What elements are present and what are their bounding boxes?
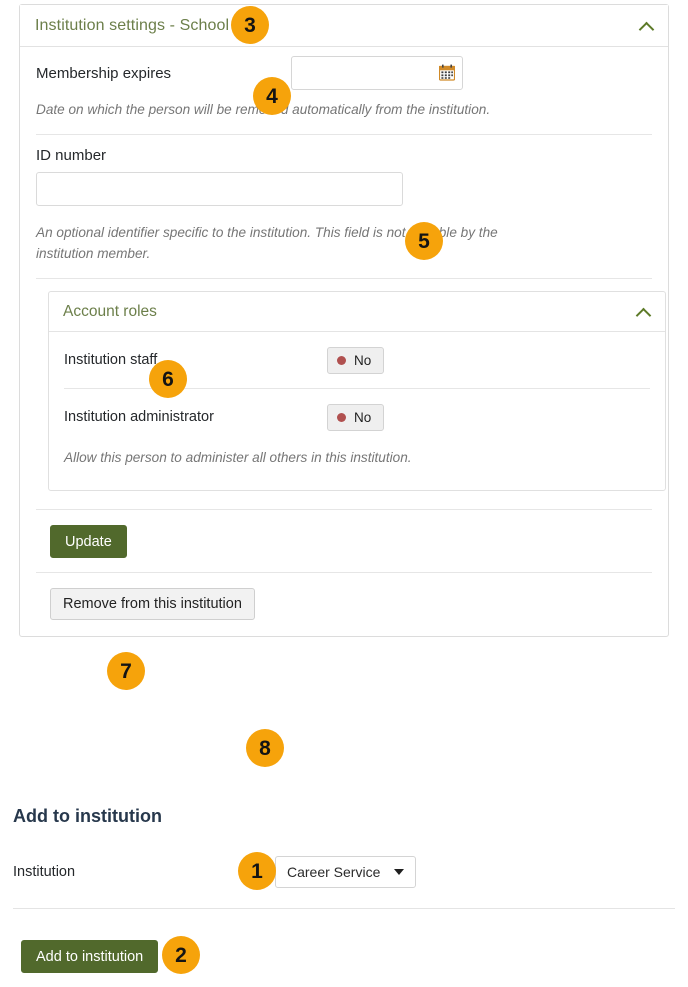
divider-after-id-number (36, 278, 652, 280)
institution-administrator-toggle-value: No (354, 409, 372, 425)
account-roles-title: Account roles (63, 302, 157, 320)
chevron-up-icon[interactable] (640, 19, 654, 33)
status-dot-icon (337, 412, 346, 422)
id-number-label: ID number (36, 147, 107, 165)
institution-select-row: Institution Career Service (13, 848, 675, 896)
callout-badge-4: 4 (253, 77, 291, 115)
account-roles-panel-header[interactable]: Account roles (49, 292, 665, 333)
institution-administrator-toggle[interactable]: No (327, 403, 385, 431)
add-to-institution-button-zone: Add to institution (21, 940, 159, 973)
institution-select[interactable]: Career Service (275, 856, 417, 888)
institution-settings-panel-body: Membership expires Date on which the per… (20, 47, 668, 636)
institution-staff-toggle[interactable]: No (327, 346, 385, 374)
membership-expires-input[interactable] (291, 56, 463, 90)
membership-expires-row: Membership expires (36, 47, 652, 99)
divider-before-add-button (13, 908, 675, 909)
id-number-input[interactable] (36, 172, 403, 207)
callout-badge-5: 5 (405, 222, 443, 260)
institution-settings-panel-header[interactable]: Institution settings - School (20, 5, 668, 47)
add-to-institution-button[interactable]: Add to institution (21, 940, 159, 973)
membership-expires-field-wrap (291, 56, 463, 90)
update-button-zone: Update (36, 510, 652, 572)
id-number-help: An optional identifier specific to the i… (36, 225, 498, 262)
callout-badge-7: 7 (107, 652, 145, 690)
institution-label: Institution (13, 864, 76, 880)
chevron-up-icon[interactable] (637, 305, 651, 319)
id-number-block: ID number (36, 135, 652, 207)
institution-administrator-row: Institution administrator No (64, 389, 650, 445)
callout-badge-8: 8 (246, 729, 284, 767)
account-roles-help: Allow this person to administer all othe… (64, 450, 412, 466)
panel-title: Institution settings - School (35, 16, 230, 34)
institution-staff-label: Institution staff (64, 352, 158, 369)
status-dot-icon (337, 355, 346, 365)
institution-staff-toggle-value: No (354, 352, 372, 368)
membership-expires-label: Membership expires (36, 64, 172, 82)
callout-badge-1: 1 (238, 852, 276, 890)
callout-badge-6: 6 (149, 360, 187, 398)
institution-settings-panel: Institution settings - School Membership… (19, 4, 669, 638)
callout-badge-2: 2 (162, 936, 200, 974)
remove-from-institution-button[interactable]: Remove from this institution (50, 588, 255, 621)
remove-button-zone: Remove from this institution (36, 573, 652, 636)
callout-badge-3: 3 (231, 6, 269, 44)
caret-down-icon (394, 869, 405, 875)
institution-select-value: Career Service (287, 864, 381, 880)
update-button[interactable]: Update (50, 525, 127, 559)
account-roles-panel-body: Institution staff No Institution adminis… (49, 332, 665, 490)
membership-expires-help: Date on which the person will be removed… (36, 102, 491, 117)
account-roles-panel: Account roles Institution staff No Insti… (48, 291, 666, 492)
institution-administrator-label: Institution administrator (64, 409, 214, 426)
add-to-institution-heading: Add to institution (13, 806, 162, 826)
